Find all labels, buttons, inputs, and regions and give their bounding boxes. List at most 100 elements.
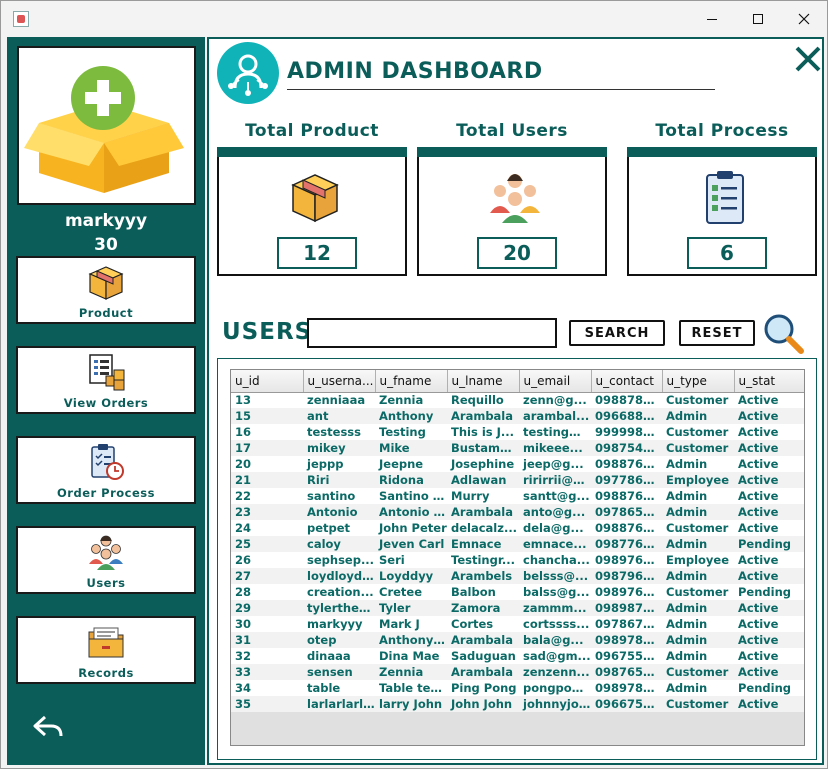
dashboard-close-button[interactable]	[793, 44, 823, 74]
table-cell: testing@...	[519, 424, 591, 440]
table-cell: 27	[231, 568, 303, 584]
search-input[interactable]	[307, 318, 557, 348]
table-row[interactable]: 28 creation... Cretee Balbon balss@g... 09897…	[231, 584, 804, 600]
nav-product-button[interactable]: Product	[16, 256, 196, 324]
table-cell: Table ten...	[375, 680, 447, 696]
table-cell: 35	[231, 696, 303, 712]
users-table-panel: u_id u_userna... u_fname u_lname u_email u_co…	[217, 358, 817, 760]
window-close-button[interactable]	[781, 5, 827, 33]
table-row[interactable]: 20 jeppp Jeepne Josephine jeep@g... 0988765..…	[231, 456, 804, 472]
table-row[interactable]: 13 zenniaaa Zennia Requillo zenn@g... 0988786…	[231, 392, 804, 408]
close-icon	[798, 13, 810, 25]
table-cell: 33	[231, 664, 303, 680]
table-cell: johnnyjo...	[519, 696, 591, 712]
column-header[interactable]: u_fname	[375, 370, 448, 393]
nav-view-orders-button[interactable]: View Orders	[16, 346, 196, 414]
search-button[interactable]: SEARCH	[569, 320, 665, 346]
table-cell: 0989765...	[591, 584, 662, 600]
table-cell: Ping Pong	[447, 680, 519, 696]
table-cell: table	[303, 680, 375, 696]
table-cell: Admin	[662, 632, 734, 648]
nav-records-label: Records	[78, 666, 134, 680]
table-row[interactable]: 27 loydloydl... Loyddyy Arambels belsss@... 0…	[231, 568, 804, 584]
column-header[interactable]: u_stat	[734, 370, 804, 393]
table-row[interactable]: 25 caloy Jeven Carl Emnace emnace... 0987765.…	[231, 536, 804, 552]
table-cell: Active	[734, 440, 804, 456]
nav-order-process-button[interactable]: Order Process	[16, 436, 196, 504]
table-cell: Ridona	[375, 472, 447, 488]
minimize-button[interactable]	[689, 5, 735, 33]
table-cell: 28	[231, 584, 303, 600]
table-cell: 0987966...	[591, 568, 662, 584]
table-row[interactable]: 15 ant Anthony Arambala arambal... 0966886...…	[231, 408, 804, 424]
nav-order-process-label: Order Process	[57, 486, 155, 500]
column-header[interactable]: u_type	[662, 370, 735, 393]
table-cell: sad@gm...	[519, 648, 591, 664]
table-cell: 25	[231, 536, 303, 552]
table-cell: sephsep...	[303, 552, 375, 568]
nav-records-button[interactable]: Records	[16, 616, 196, 684]
table-row[interactable]: 23 Antonio Antonio L... Arambala anto@g... 09…	[231, 504, 804, 520]
table-cell: zenzenn...	[519, 664, 591, 680]
column-header[interactable]: u_id	[231, 370, 304, 393]
users-table-scroll[interactable]: u_id u_userna... u_fname u_lname u_email u_co…	[230, 369, 805, 746]
table-row[interactable]: 31 otep Anthony ... Arambala bala@g... 098978…	[231, 632, 804, 648]
table-row[interactable]: 30 markyyy Mark J Cortes cortssss... 0978678.…	[231, 616, 804, 632]
page-title: ADMIN DASHBOARD	[287, 59, 543, 84]
table-row[interactable]: 16 testesss Testing This is J... testing@...…	[231, 424, 804, 440]
nav-view-orders-label: View Orders	[63, 396, 149, 410]
user-age: 30	[94, 235, 118, 255]
table-cell: Zennia	[375, 392, 447, 408]
nav-users-button[interactable]: Users	[16, 526, 196, 594]
table-cell: Active	[734, 456, 804, 472]
table-cell: 0989786...	[591, 680, 662, 696]
java-app-icon	[13, 11, 29, 27]
table-cell: zenniaaa	[303, 392, 375, 408]
table-cell: 9999987...	[591, 424, 662, 440]
table-cell: Balbon	[447, 584, 519, 600]
table-row[interactable]: 33 sensen Zennia Arambala zenzenn... 0987654.…	[231, 664, 804, 680]
reset-button[interactable]: RESET	[679, 320, 755, 346]
table-body: 13 zenniaaa Zennia Requillo zenn@g... 0988786…	[231, 392, 804, 712]
table-cell: Mark J	[375, 616, 447, 632]
table-cell: Arambala	[447, 504, 519, 520]
table-row[interactable]: 21 Riri Ridona Adlawan ririrrii@g... 0977865.…	[231, 472, 804, 488]
table-cell: Dina Mae	[375, 648, 447, 664]
box-icon	[88, 266, 124, 300]
table-row[interactable]: 17 mikey Mike Bustama... mikeee... 0987543...…	[231, 440, 804, 456]
magnifier-button[interactable]	[761, 311, 805, 355]
table-cell: Antonio L...	[375, 504, 447, 520]
maximize-button[interactable]	[735, 5, 781, 33]
table-cell: This is J...	[447, 424, 519, 440]
back-button[interactable]	[31, 713, 67, 741]
close-icon	[795, 46, 821, 72]
table-row[interactable]: 29 tylerthed... Tyler Zamora zammm... 0989876…	[231, 600, 804, 616]
column-header[interactable]: u_contact	[591, 370, 663, 393]
table-row[interactable]: 35 larlarlarlar larry John John John johnnyj…	[231, 696, 804, 712]
maximize-icon	[753, 14, 763, 24]
table-cell: Seri	[375, 552, 447, 568]
table-cell: Active	[734, 664, 804, 680]
table-cell: Zennia	[375, 664, 447, 680]
column-header[interactable]: u_email	[519, 370, 592, 393]
table-cell: bala@g...	[519, 632, 591, 648]
table-cell: 26	[231, 552, 303, 568]
orders-icon	[89, 354, 125, 391]
table-cell: Active	[734, 472, 804, 488]
table-cell: Murry	[447, 488, 519, 504]
column-header[interactable]: u_lname	[447, 370, 520, 393]
table-cell: larry John	[375, 696, 447, 712]
table-cell: 0988786...	[591, 392, 662, 408]
table-row[interactable]: 22 santino Santino J... Murry santt@g... 0988…	[231, 488, 804, 504]
table-row[interactable]: 26 sephsep... Seri Testingr... chancha... 098…	[231, 552, 804, 568]
table-cell: Cretee	[375, 584, 447, 600]
column-header[interactable]: u_userna...	[303, 370, 376, 393]
table-row[interactable]: 34 table Table ten... Ping Pong pongpon... 09…	[231, 680, 804, 696]
table-row[interactable]: 24 petpet John Peter delacalz... dela@g... 09…	[231, 520, 804, 536]
table-cell: Cortes	[447, 616, 519, 632]
table-cell: 22	[231, 488, 303, 504]
table-cell: 29	[231, 600, 303, 616]
nav-product-label: Product	[78, 306, 134, 320]
total-product-value: 12	[277, 237, 357, 269]
table-row[interactable]: 32 dinaaa Dina Mae Saduguan sad@gm... 0967555…	[231, 648, 804, 664]
